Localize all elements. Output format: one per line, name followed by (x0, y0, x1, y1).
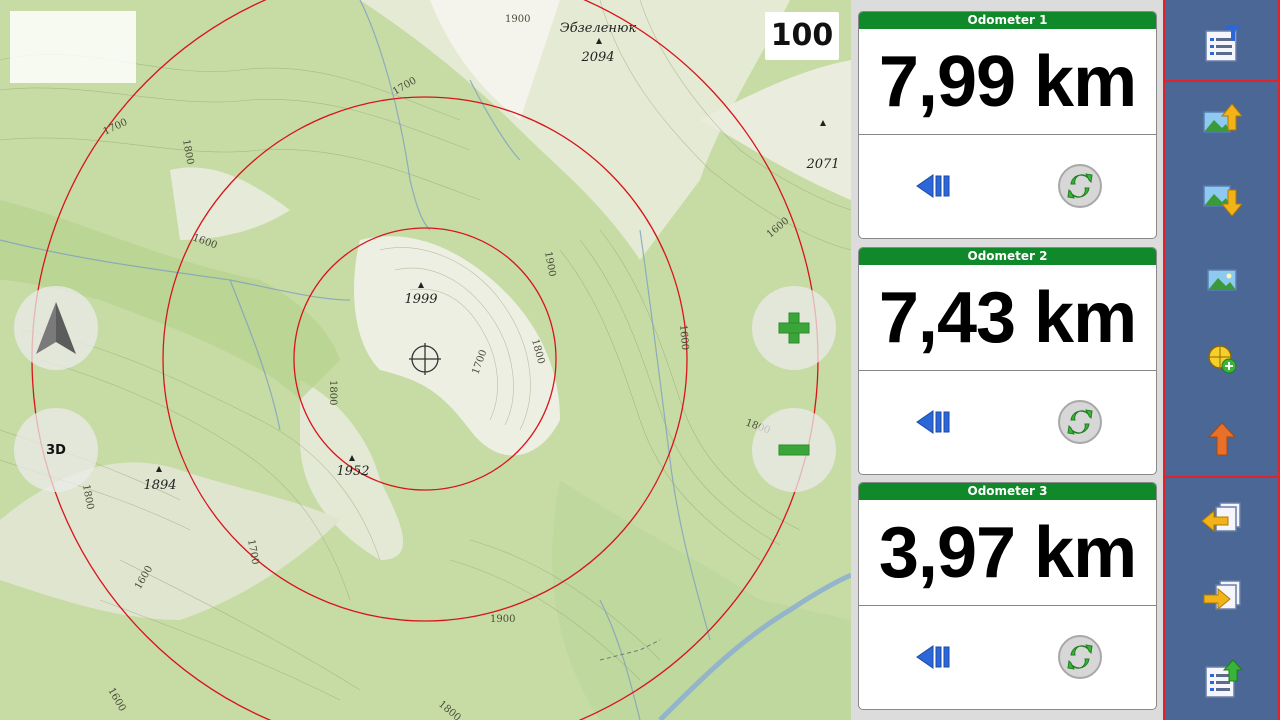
toolbar-separator (1165, 476, 1280, 478)
odometer-widget: Odometer 1 7,99 km (858, 11, 1157, 239)
peak-elevation-label: 2094 (580, 50, 614, 65)
odometer-widget: Odometer 3 3,97 km (858, 482, 1157, 710)
odometer-controls (859, 606, 1156, 709)
peak-elevation-label: 1894 (143, 478, 176, 493)
add-waypoint-icon (1208, 345, 1237, 374)
zoom-out-button[interactable] (752, 408, 836, 492)
odometer-value: 7,99 km (859, 29, 1156, 135)
3d-label: 3D (46, 442, 66, 458)
contour-label: 1800 (327, 380, 338, 405)
topographic-map[interactable]: Эбзеленюк 2094 2071 1999 1952 1894 1900 … (0, 0, 851, 720)
zoom-in-button[interactable] (752, 286, 836, 370)
reset-icon (1058, 164, 1102, 208)
odometer-reset-button[interactable] (1057, 399, 1103, 445)
list-export-icon (1205, 659, 1242, 698)
forward-panel-icon (1203, 580, 1241, 611)
add-waypoint-button[interactable] (1199, 336, 1245, 382)
odometer-pause-button[interactable] (913, 399, 959, 445)
map-view[interactable]: Эбзеленюк 2094 2071 1999 1952 1894 1900 … (0, 0, 851, 720)
image-icon (1207, 269, 1237, 291)
reset-icon (1058, 635, 1102, 679)
list-edit-icon (1205, 25, 1240, 62)
pause-icon (916, 645, 950, 669)
image-up-icon (1203, 103, 1242, 133)
back-panel-button[interactable] (1199, 496, 1245, 542)
odometer-title: Odometer 1 (859, 12, 1156, 29)
north-arrow-button[interactable] (14, 286, 98, 370)
odometer-pause-button[interactable] (913, 163, 959, 209)
image-down-button[interactable] (1199, 177, 1245, 223)
3d-toggle-button[interactable]: 3D (14, 408, 98, 492)
info-overlay-box (10, 11, 136, 83)
scale-indicator: 100 (765, 12, 839, 60)
odometer-panel: Odometer 1 7,99 km Odometer 2 7,43 km Od… (851, 0, 1163, 720)
contour-label: 1900 (490, 614, 515, 625)
odometer-pause-button[interactable] (913, 634, 959, 680)
list-export-button[interactable] (1199, 656, 1245, 702)
peak-name-label: Эбзеленюк (560, 21, 637, 36)
peak-elevation-label: 1952 (336, 464, 369, 479)
peak-elevation-label: 1999 (404, 292, 437, 307)
odometer-widget: Odometer 2 7,43 km (858, 247, 1157, 475)
plus-icon (778, 312, 810, 344)
back-panel-icon (1201, 502, 1241, 533)
image-down-icon (1203, 185, 1242, 217)
odometer-value: 7,43 km (859, 265, 1156, 371)
odometer-reset-button[interactable] (1057, 163, 1103, 209)
image-up-button[interactable] (1199, 97, 1245, 143)
forward-panel-button[interactable] (1199, 574, 1245, 620)
contour-label: 1600 (677, 324, 690, 350)
contour-label: 1900 (505, 14, 530, 25)
pause-icon (916, 410, 950, 434)
arrow-up-icon (1207, 422, 1237, 456)
toolbar-separator (1165, 80, 1280, 82)
odometer-controls (859, 135, 1156, 238)
arrow-up-button[interactable] (1199, 416, 1245, 462)
pause-icon (916, 174, 950, 198)
peak-elevation-label: 2071 (805, 157, 839, 172)
north-arrow-icon (36, 302, 76, 354)
list-edit-button[interactable] (1199, 20, 1245, 66)
odometer-controls (859, 371, 1156, 474)
odometer-value: 3,97 km (859, 500, 1156, 606)
image-button[interactable] (1199, 257, 1245, 303)
odometer-title: Odometer 3 (859, 483, 1156, 500)
side-toolbar (1163, 0, 1280, 720)
odometer-title: Odometer 2 (859, 248, 1156, 265)
odometer-reset-button[interactable] (1057, 634, 1103, 680)
reset-icon (1058, 400, 1102, 444)
minus-icon (778, 444, 810, 456)
